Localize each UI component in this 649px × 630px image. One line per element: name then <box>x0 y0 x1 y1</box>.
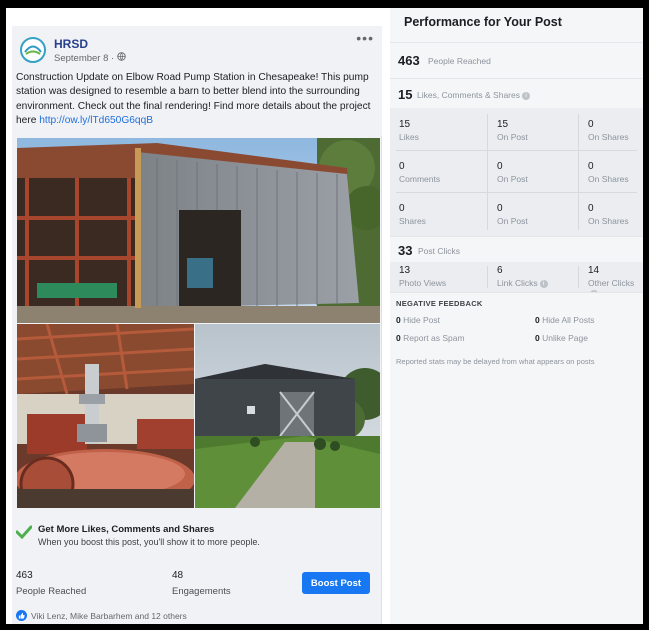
shares-value: 0 <box>399 203 405 214</box>
lcs-section: 15 Likes, Comments & Shares i <box>390 78 643 108</box>
clicks-section: 33 Post Clicks <box>390 236 643 262</box>
divider <box>487 266 488 288</box>
post-clicks-value: 33 <box>398 243 413 258</box>
comments-on-post-value: 0 <box>497 161 503 172</box>
other-clicks-value: 14 <box>588 265 600 276</box>
unlike-page-stat: 0 Unlike Page <box>535 333 588 343</box>
clicks-grid: 13 Photo Views 6 Link Clicks i 14 Other C… <box>390 262 643 298</box>
boost-post-button[interactable]: Boost Post <box>302 572 370 594</box>
people-reached-label: People Reached <box>16 586 87 597</box>
post-meta: September 8 · <box>54 52 126 64</box>
likes-value: 15 <box>399 119 411 130</box>
hide-all-posts-label: Hide All Posts <box>542 315 595 325</box>
lcs-value: 15 <box>398 87 413 102</box>
info-icon[interactable]: i <box>539 279 548 288</box>
photo-views-label: Photo Views <box>399 278 447 288</box>
post-photo-valve[interactable] <box>17 324 194 508</box>
post-text: Construction Update on Elbow Road Pump S… <box>16 71 376 128</box>
check-icon <box>15 525 33 544</box>
reactions-text: Viki Lenz, Mike Barbarhem and 12 others <box>31 610 187 621</box>
lcs-label-wrap: Likes, Comments & Shares i <box>417 90 530 100</box>
more-options-icon[interactable]: ••• <box>356 30 374 46</box>
likes-on-shares-label: On Shares <box>588 132 629 142</box>
unlike-page-label: Unlike Page <box>542 333 588 343</box>
like-icon <box>16 610 27 621</box>
people-reached-value: 463 <box>16 570 33 581</box>
link-clicks-label: Link Clicks <box>497 278 538 288</box>
globe-icon <box>117 52 126 64</box>
negative-feedback-section: NEGATIVE FEEDBACK 0 Hide Post 0 Hide All… <box>390 292 643 382</box>
hide-post-stat: 0 Hide Post <box>396 315 440 325</box>
divider <box>396 192 637 193</box>
hide-post-value: 0 <box>396 315 401 325</box>
comments-on-post-label: On Post <box>497 174 528 184</box>
boost-cta-desc: When you boost this post, you'll show it… <box>38 537 260 547</box>
shares-label: Shares <box>399 216 426 226</box>
hide-post-label: Hide Post <box>403 315 440 325</box>
comments-label: Comments <box>399 174 441 184</box>
shares-on-post-value: 0 <box>497 203 503 214</box>
stats-footnote: Reported stats may be delayed from what … <box>396 357 595 366</box>
report-spam-value: 0 <box>396 333 401 343</box>
link-clicks-label-wrap: Link Clicks i <box>497 278 548 288</box>
engagements-value: 48 <box>172 570 184 581</box>
post-clicks-label: Post Clicks <box>418 246 461 256</box>
shares-on-shares-value: 0 <box>588 203 594 214</box>
engagement-grid: 15 Likes 15 On Post 0 On Shares 0 Commen… <box>390 108 643 236</box>
post-link[interactable]: http://ow.ly/lTd650G6qqB <box>39 115 153 126</box>
comments-on-shares-value: 0 <box>588 161 594 172</box>
divider <box>487 114 488 230</box>
reached-value: 463 <box>398 53 420 68</box>
shares-on-shares-label: On Shares <box>588 216 629 226</box>
link-clicks-value: 6 <box>497 265 503 276</box>
report-spam-label: Report as Spam <box>403 333 465 343</box>
boost-cta: Get More Likes, Comments and Shares When… <box>12 520 382 560</box>
divider <box>578 266 579 288</box>
lcs-label: Likes, Comments & Shares <box>417 90 520 100</box>
page-name[interactable]: HRSD <box>54 37 88 51</box>
hide-all-posts-value: 0 <box>535 315 540 325</box>
info-icon[interactable]: i <box>521 91 530 100</box>
shares-on-post-label: On Post <box>497 216 528 226</box>
reactions-summary[interactable]: Viki Lenz, Mike Barbarhem and 12 others <box>16 610 187 621</box>
divider <box>396 150 637 151</box>
post-header: HRSD September 8 · ••• Construction Upda… <box>12 26 382 136</box>
post-photo-rendering[interactable] <box>195 324 380 508</box>
boost-cta-title: Get More Likes, Comments and Shares <box>38 524 215 535</box>
unlike-page-value: 0 <box>535 333 540 343</box>
post-photo-barn-construction[interactable] <box>17 138 380 323</box>
negative-feedback-title: NEGATIVE FEEDBACK <box>396 299 483 308</box>
divider <box>578 114 579 230</box>
performance-panel: Performance for Your Post 463 People Rea… <box>390 8 643 624</box>
likes-label: Likes <box>399 132 419 142</box>
likes-on-post-value: 15 <box>497 119 509 130</box>
hrsd-logo-icon[interactable] <box>20 37 46 63</box>
comments-on-shares-label: On Shares <box>588 174 629 184</box>
other-clicks-label: Other Clicks <box>588 278 635 288</box>
comments-value: 0 <box>399 161 405 172</box>
report-spam-stat: 0 Report as Spam <box>396 333 465 343</box>
panel-title: Performance for Your Post <box>404 15 562 29</box>
reached-label: People Reached <box>428 56 491 66</box>
post-card: HRSD September 8 · ••• Construction Upda… <box>12 26 382 624</box>
hide-all-posts-stat: 0 Hide All Posts <box>535 315 595 325</box>
photo-views-value: 13 <box>399 265 411 276</box>
likes-on-shares-value: 0 <box>588 119 594 130</box>
post-date[interactable]: September 8 · <box>54 53 114 64</box>
engagements-label: Engagements <box>172 586 231 597</box>
likes-on-post-label: On Post <box>497 132 528 142</box>
reached-section: 463 People Reached <box>390 42 643 78</box>
